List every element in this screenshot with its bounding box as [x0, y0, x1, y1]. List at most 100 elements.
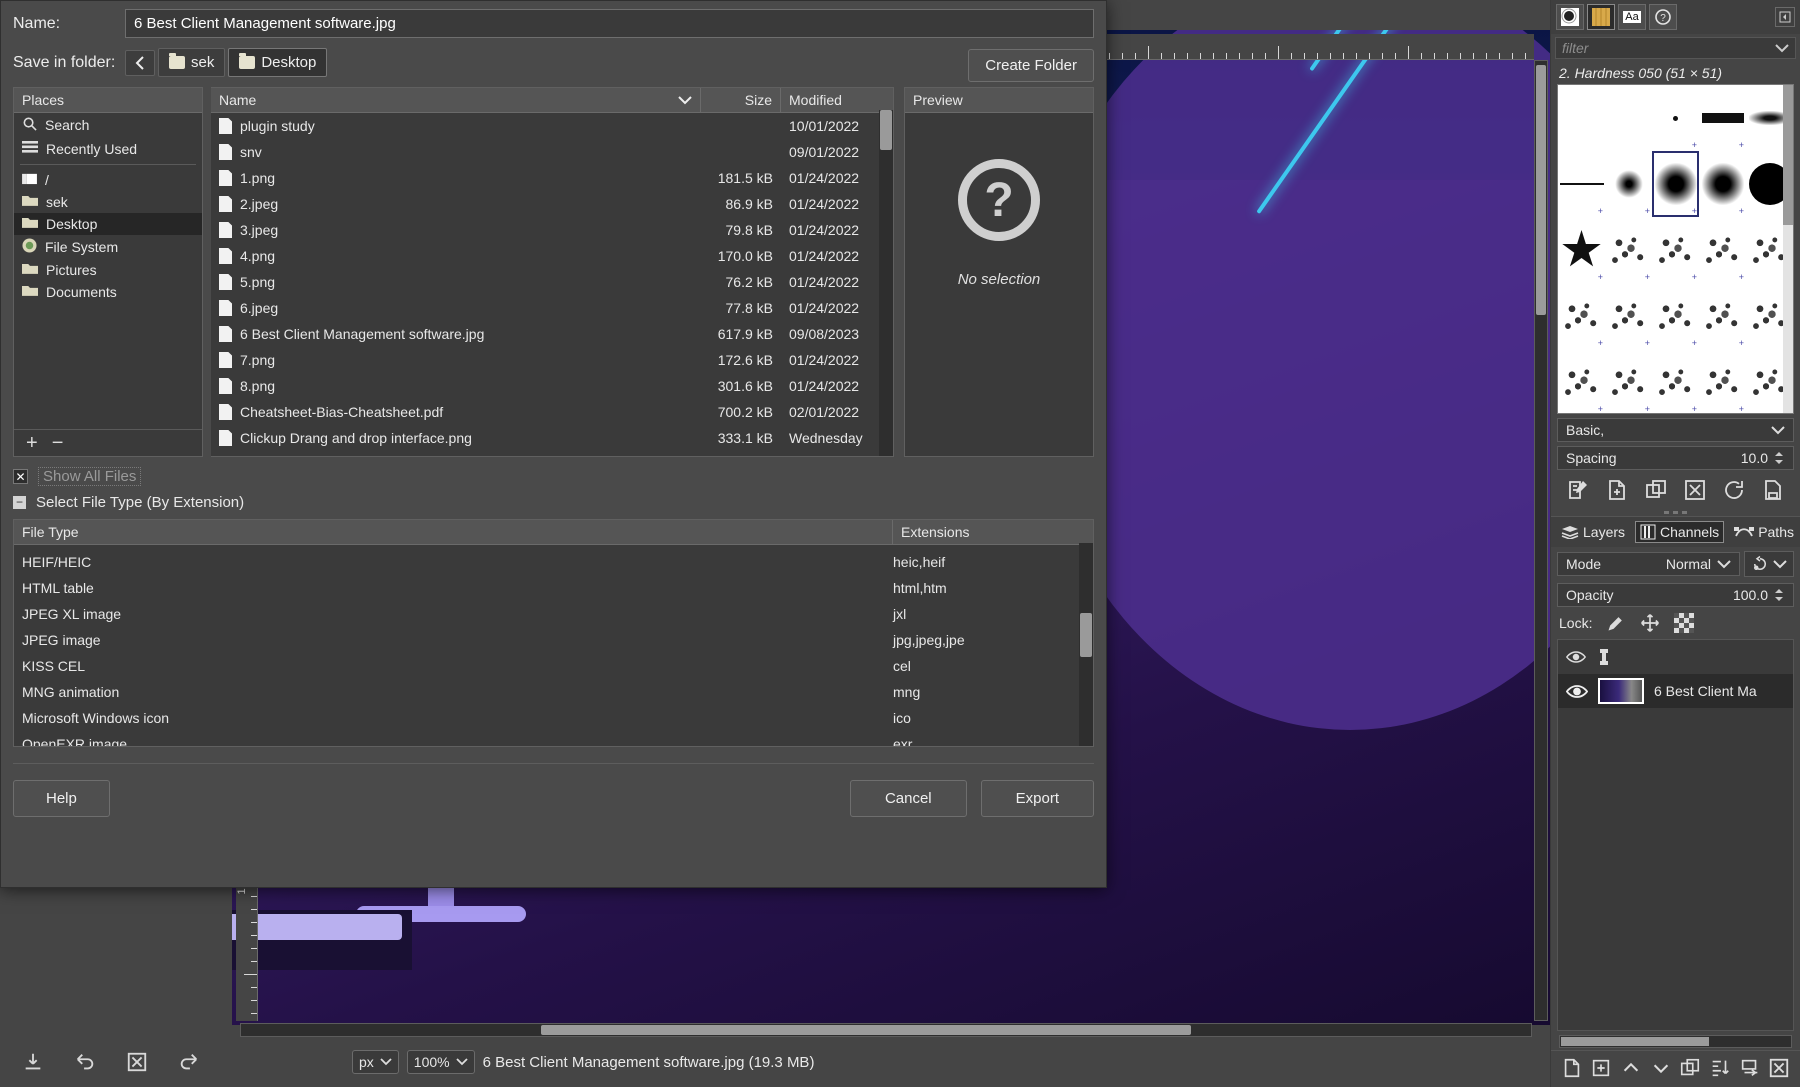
brush-cell[interactable]: +: [1605, 151, 1652, 217]
unit-select[interactable]: px: [352, 1050, 399, 1074]
restore-icon[interactable]: [178, 1051, 200, 1073]
brush-cell[interactable]: +: [1558, 151, 1605, 217]
expander-collapse-icon[interactable]: −: [13, 496, 26, 509]
delete-brush-icon[interactable]: [1683, 478, 1707, 502]
duplicate-brush-icon[interactable]: [1644, 478, 1668, 502]
lock-alpha-icon[interactable]: [1674, 613, 1694, 633]
file-type-row[interactable]: HEIF/HEICheic,heif: [14, 549, 1093, 575]
merge-down-icon[interactable]: [1739, 1057, 1761, 1079]
mode-revert-button[interactable]: [1744, 551, 1794, 577]
layer-item[interactable]: [1558, 640, 1793, 674]
select-file-type-row[interactable]: − Select File Type (By Extension): [13, 494, 1094, 511]
place-item-file-system[interactable]: File System: [14, 235, 202, 259]
place-item-documents[interactable]: Documents: [14, 281, 202, 303]
scrollbar-thumb[interactable]: [1536, 65, 1546, 315]
file-row[interactable]: 3.jpeg79.8 kB01/24/2022: [211, 217, 893, 243]
brush-cell[interactable]: +: [1652, 85, 1699, 151]
lock-position-icon[interactable]: [1640, 613, 1660, 633]
brush-set-select[interactable]: Basic,: [1557, 418, 1794, 442]
delete-layer-icon[interactable]: [1768, 1057, 1790, 1079]
brush-cell[interactable]: +: [1605, 349, 1652, 414]
file-row[interactable]: 2.jpeg86.9 kB01/24/2022: [211, 191, 893, 217]
place-item-[interactable]: /: [14, 169, 202, 191]
brush-grid-scrollbar[interactable]: [1783, 85, 1793, 413]
file-type-row[interactable]: JPEG imagejpg,jpeg,jpe: [14, 627, 1093, 653]
column-header-size[interactable]: Size: [701, 88, 781, 112]
cancel-icon[interactable]: [126, 1051, 148, 1073]
lock-pixels-icon[interactable]: [1606, 613, 1626, 633]
brush-cell[interactable]: +: [1699, 349, 1746, 414]
zoom-select[interactable]: 100%: [407, 1050, 475, 1074]
file-row[interactable]: snv09/01/2022: [211, 139, 893, 165]
brush-cell[interactable]: +: [1652, 349, 1699, 414]
edit-brush-icon[interactable]: [1566, 478, 1590, 502]
export-button[interactable]: Export: [981, 780, 1094, 817]
brush-grid[interactable]: ++++++++++++++++++++++++++++++++++++++: [1557, 84, 1794, 414]
brush-cell[interactable]: +: [1699, 151, 1746, 217]
breadcrumb-item-desktop[interactable]: Desktop: [228, 48, 327, 77]
brush-filter-row[interactable]: filter: [1555, 37, 1796, 59]
brush-cell[interactable]: +: [1652, 283, 1699, 349]
place-item-search[interactable]: Search: [14, 113, 202, 137]
column-header-modified[interactable]: Modified: [781, 88, 893, 112]
undo-icon[interactable]: [74, 1051, 96, 1073]
brush-cell[interactable]: [1605, 85, 1652, 151]
layers-list[interactable]: 6 Best Client Ma: [1557, 639, 1794, 1031]
add-place-button[interactable]: +: [26, 436, 38, 450]
new-brush-icon[interactable]: [1605, 478, 1629, 502]
new-layer-group-icon[interactable]: [1590, 1057, 1612, 1079]
places-list[interactable]: SearchRecently Used/sekDesktopFile Syste…: [14, 113, 202, 303]
scrollbar-thumb[interactable]: [541, 1025, 1191, 1035]
spacing-spinner[interactable]: Spacing 10.0: [1557, 446, 1794, 470]
opacity-spinner[interactable]: Opacity 100.0: [1557, 583, 1794, 607]
file-type-row[interactable]: HTML tablehtml,htm: [14, 575, 1093, 601]
new-layer-icon[interactable]: [1561, 1057, 1583, 1079]
scrollbar-thumb[interactable]: [1561, 1037, 1709, 1046]
lower-layer-icon[interactable]: [1650, 1057, 1672, 1079]
chevron-down-icon[interactable]: [678, 96, 692, 105]
create-folder-button[interactable]: Create Folder: [968, 49, 1094, 82]
file-row[interactable]: plugin study10/01/2022: [211, 113, 893, 139]
eye-icon[interactable]: [1566, 683, 1588, 700]
tab-channels[interactable]: Channels: [1635, 521, 1724, 543]
file-row[interactable]: 5.png76.2 kB01/24/2022: [211, 269, 893, 295]
brush-cell[interactable]: +: [1605, 217, 1652, 283]
scrollbar-thumb[interactable]: [880, 110, 892, 150]
file-row[interactable]: 7.png172.6 kB01/24/2022: [211, 347, 893, 373]
chevron-down-icon[interactable]: [1775, 44, 1789, 53]
file-type-rows[interactable]: HEIF/HEICheic,heifHTML tablehtml,htmJPEG…: [14, 545, 1093, 746]
canvas-vertical-scrollbar[interactable]: [1534, 60, 1548, 1021]
scrollbar-thumb[interactable]: [1783, 85, 1793, 225]
raise-layer-icon[interactable]: [1620, 1057, 1642, 1079]
brush-cell[interactable]: +: [1652, 151, 1699, 217]
tab-paths[interactable]: Paths: [1730, 522, 1798, 542]
file-row[interactable]: 6.jpeg77.8 kB01/24/2022: [211, 295, 893, 321]
link-chain-icon[interactable]: [1596, 648, 1612, 666]
place-item-desktop[interactable]: Desktop: [14, 213, 202, 235]
file-type-row[interactable]: JPEG XL imagejxl: [14, 601, 1093, 627]
dock-resize-grip[interactable]: [1551, 508, 1800, 516]
spinner-arrows-icon[interactable]: [1773, 588, 1785, 602]
file-row[interactable]: 4.png170.0 kB01/24/2022: [211, 243, 893, 269]
dock-tab-help[interactable]: ?: [1649, 4, 1677, 30]
cancel-button[interactable]: Cancel: [850, 780, 967, 817]
file-type-row[interactable]: OpenEXR imageexr: [14, 731, 1093, 746]
remove-place-button[interactable]: −: [52, 436, 64, 450]
anchor-layer-icon[interactable]: [1709, 1057, 1731, 1079]
file-list-scrollbar[interactable]: [879, 110, 893, 456]
dock-tab-fonts[interactable]: Aa: [1618, 4, 1646, 30]
duplicate-layer-icon[interactable]: [1679, 1057, 1701, 1079]
column-header-file-type[interactable]: File Type: [14, 520, 893, 544]
file-row[interactable]: 1.png181.5 kB01/24/2022: [211, 165, 893, 191]
save-icon[interactable]: [22, 1051, 44, 1073]
layer-item[interactable]: 6 Best Client Ma: [1558, 674, 1793, 708]
file-row[interactable]: Clickup Drang and drop interface.png333.…: [211, 425, 893, 451]
brush-cell[interactable]: +: [1558, 349, 1605, 414]
filename-input[interactable]: [125, 9, 1094, 38]
eye-icon[interactable]: [1566, 649, 1586, 665]
file-type-row[interactable]: MNG animationmng: [14, 679, 1093, 705]
dock-tab-brushes[interactable]: [1556, 4, 1584, 30]
brush-cell[interactable]: [1558, 85, 1605, 151]
scrollbar-thumb[interactable]: [1080, 613, 1092, 657]
file-row[interactable]: 6 Best Client Management software.jpg617…: [211, 321, 893, 347]
